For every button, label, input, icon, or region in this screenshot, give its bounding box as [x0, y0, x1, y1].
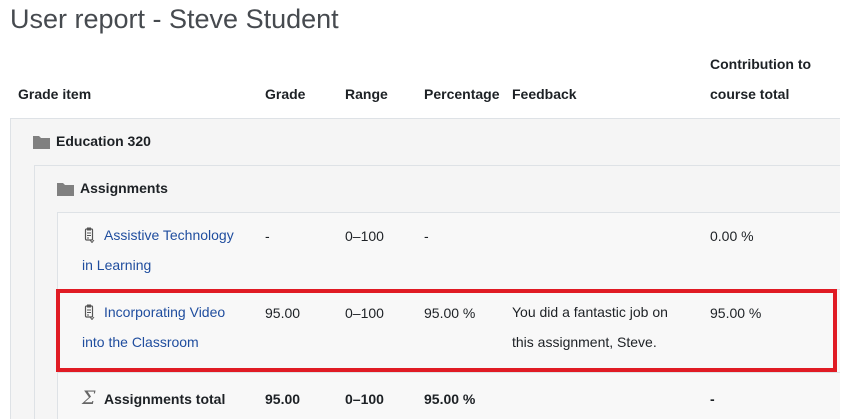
row-divider	[57, 372, 840, 373]
page-title: User report - Steve Student	[10, 4, 339, 34]
contribution-value: 0.00 %	[710, 228, 754, 244]
column-header-range[interactable]: Range	[345, 86, 388, 102]
course-name: Education 320	[56, 133, 151, 149]
total-grade: 95.00	[265, 391, 301, 407]
row-divider	[34, 165, 840, 166]
header-divider	[10, 118, 840, 119]
category-name: Assignments	[80, 180, 168, 196]
percentage-value: -	[424, 228, 429, 244]
row-divider	[57, 289, 840, 290]
column-header-percentage[interactable]: Percentage	[424, 86, 499, 102]
grade-value: 95.00	[265, 305, 301, 321]
column-header-contribution-line2: course total	[710, 86, 790, 102]
grade-item-link-line2[interactable]: into the Classroom	[82, 334, 199, 350]
course-indent-line	[10, 118, 11, 419]
category-indent-line	[34, 165, 35, 419]
range-value: 0–100	[345, 228, 384, 244]
total-name: Assignments total	[104, 391, 226, 407]
folder-icon	[57, 182, 74, 201]
sigma-icon: Σ	[82, 387, 96, 409]
column-header-feedback[interactable]: Feedback	[512, 86, 577, 102]
total-range: 0–100	[345, 391, 384, 407]
grade-item-link-line1[interactable]: Incorporating Video	[104, 304, 225, 320]
folder-icon	[33, 135, 50, 154]
grade-item-link[interactable]: Incorporating Video into the Classroom	[82, 297, 225, 357]
column-header-contribution-line1: Contribution to	[710, 56, 812, 72]
grade-item-link-line1[interactable]: Assistive Technology	[104, 227, 234, 243]
total-contribution: -	[710, 391, 715, 407]
feedback-line2: this assignment, Steve.	[512, 334, 657, 350]
percentage-value: 95.00 %	[424, 305, 476, 321]
column-header-grade[interactable]: Grade	[265, 86, 305, 102]
item-indent-line	[57, 212, 58, 419]
contribution-value: 95.00 %	[710, 305, 762, 321]
grade-item-link-line2[interactable]: in Learning	[82, 257, 151, 273]
total-percentage: 95.00 %	[424, 391, 476, 407]
feedback-text: You did a fantastic job on this assignme…	[512, 297, 668, 357]
row-divider	[57, 212, 840, 213]
column-header-contribution[interactable]: Contribution to course total	[710, 49, 811, 109]
range-value: 0–100	[345, 305, 384, 321]
column-header-grade-item[interactable]: Grade item	[18, 86, 91, 102]
feedback-line1: You did a fantastic job on	[512, 304, 668, 320]
grade-value: -	[265, 228, 270, 244]
grade-item-link[interactable]: Assistive Technology in Learning	[82, 220, 234, 280]
